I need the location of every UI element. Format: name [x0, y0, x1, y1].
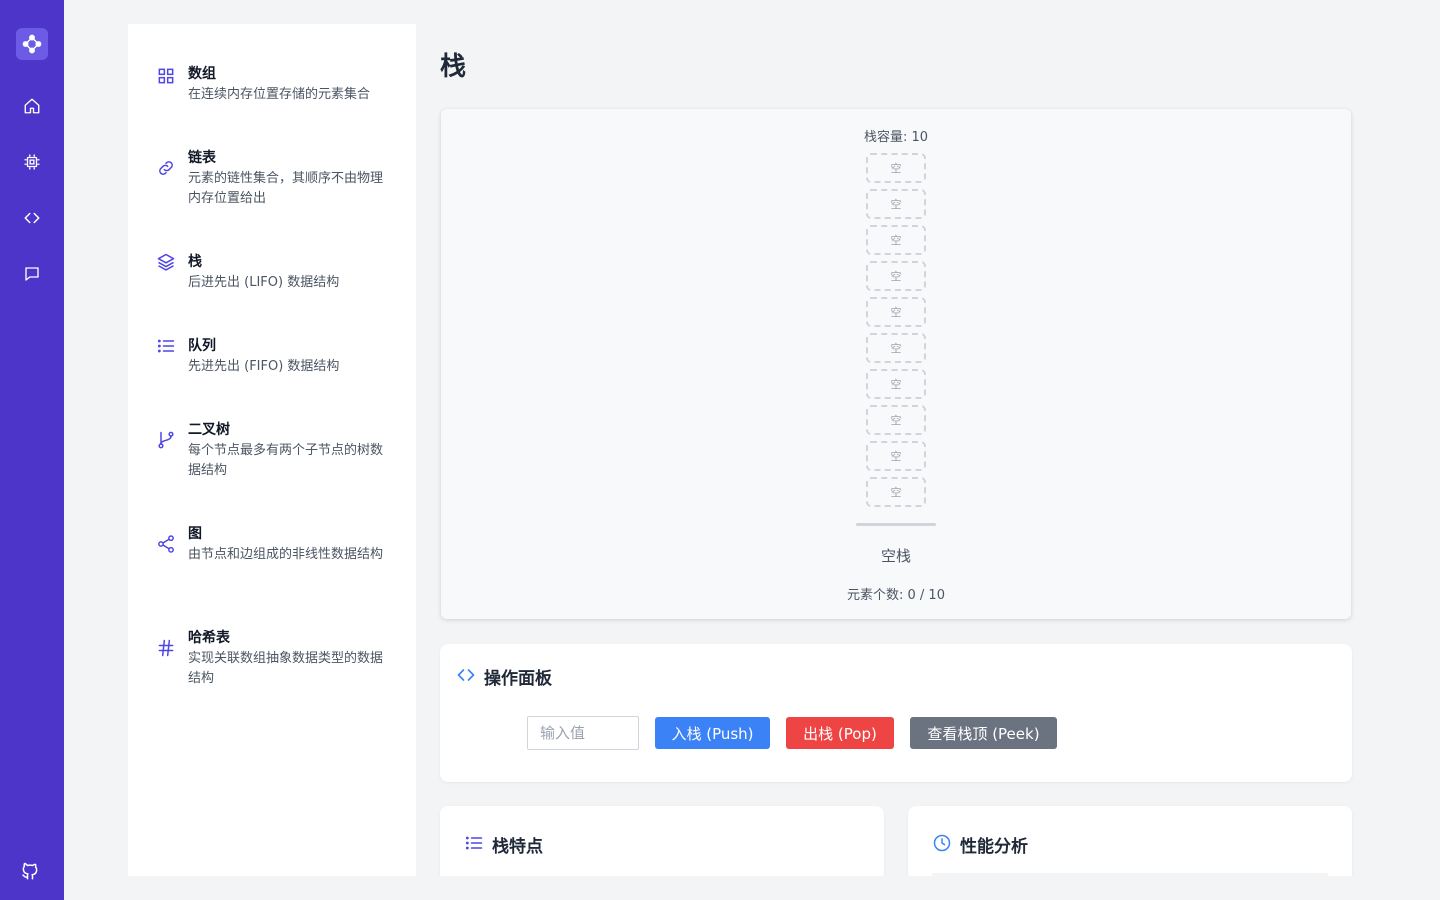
pop-button[interactable]: 出栈 (Pop) [786, 717, 894, 749]
sidebar-item-desc: 每个节点最多有两个子节点的树数据结构 [188, 443, 384, 478]
sidebar-item-text: 数组 在连续内存位置存储的元素集合 [188, 64, 388, 105]
operations-header: 操作面板 [456, 664, 552, 689]
performance-title: 性能分析 [960, 837, 1028, 857]
stack-count-label: 元素个数: 0 / 10 [847, 588, 945, 603]
sidebar-item-array[interactable]: 数组 在连续内存位置存储的元素集合 [128, 64, 416, 124]
sidebar-item-queue[interactable]: 队列 先进先出 (FIFO) 数据结构 [128, 336, 416, 380]
sidebar-item-stack[interactable]: 栈 后进先出 (LIFO) 数据结构 [128, 252, 416, 296]
operations-title: 操作面板 [484, 669, 552, 689]
sidebar-item-binary-tree[interactable]: 二叉树 每个节点最多有两个子节点的树数据结构 [128, 420, 416, 480]
peek-button[interactable]: 查看栈顶 (Peek) [910, 717, 1057, 749]
sidebar-item-title: 哈希表 [188, 630, 230, 646]
sidebar-item-desc: 先进先出 (FIFO) 数据结构 [188, 359, 340, 374]
sidebar-item-desc: 元素的链性集合，其顺序不由物理内存位置给出 [188, 171, 384, 206]
sidebar-item-text: 哈希表 实现关联数组抽象数据类型的数据结构 [188, 628, 388, 689]
home-icon[interactable] [20, 94, 44, 118]
sidebar-item-desc: 后进先出 (LIFO) 数据结构 [188, 275, 340, 290]
sidebar-item-title: 数组 [188, 66, 216, 82]
sidebar-item-graph[interactable]: 图 由节点和边组成的非线性数据结构 [128, 524, 416, 584]
page-bottom-edge [64, 876, 1440, 900]
features-title: 栈特点 [492, 837, 543, 857]
stack-slot: 空 [866, 441, 926, 471]
layers-icon [156, 252, 176, 272]
stack-visualization: 栈容量: 10 空 空 空 空 空 空 空 空 空 空 空栈 元素个数: 0 /… [441, 109, 1351, 619]
stack-slot: 空 [866, 297, 926, 327]
value-input[interactable] [527, 716, 639, 750]
data-structure-sidebar: 数组 在连续内存位置存储的元素集合 链表 元素的链性集合，其顺序不由物理内存位置… [128, 24, 416, 876]
sidebar-item-text: 队列 先进先出 (FIFO) 数据结构 [188, 336, 388, 377]
sidebar-item-text: 图 由节点和边组成的非线性数据结构 [188, 524, 388, 565]
link-icon [156, 158, 176, 178]
hash-icon [156, 638, 176, 658]
cpu-chip-icon[interactable] [20, 150, 44, 174]
molecule-logo-icon[interactable] [16, 28, 48, 60]
stack-slot: 空 [866, 261, 926, 291]
sidebar-item-title: 队列 [188, 338, 216, 354]
stack-slot: 空 [866, 189, 926, 219]
features-header: 栈特点 [464, 832, 543, 857]
stack-empty-label: 空栈 [880, 547, 911, 565]
github-icon[interactable] [18, 859, 42, 883]
code-brackets-icon [456, 665, 476, 689]
sidebar-item-text: 栈 后进先出 (LIFO) 数据结构 [188, 252, 388, 293]
push-button[interactable]: 入栈 (Push) [655, 717, 770, 749]
stack-slot: 空 [866, 333, 926, 363]
stack-slot: 空 [866, 405, 926, 435]
stack-slot: 空 [866, 369, 926, 399]
app-rail [0, 0, 64, 900]
code-brackets-icon[interactable] [20, 206, 44, 230]
sidebar-item-hash-table[interactable]: 哈希表 实现关联数组抽象数据类型的数据结构 [128, 628, 416, 688]
sidebar-item-desc: 在连续内存位置存储的元素集合 [188, 87, 371, 102]
sidebar-item-desc: 由节点和边组成的非线性数据结构 [188, 547, 384, 562]
stack-slot: 空 [866, 153, 926, 183]
chat-bubble-icon[interactable] [20, 262, 44, 286]
page-title: 栈 [440, 52, 467, 82]
list-icon [464, 833, 484, 857]
sidebar-item-title: 链表 [188, 150, 216, 166]
performance-header: 性能分析 [932, 832, 1028, 857]
stack-capacity-label: 栈容量: 10 [863, 130, 929, 145]
clock-icon [932, 833, 952, 857]
sidebar-item-desc: 实现关联数组抽象数据类型的数据结构 [188, 651, 384, 686]
stack-slot: 空 [866, 225, 926, 255]
operations-panel: 操作面板 入栈 (Push) 出栈 (Pop) 查看栈顶 (Peek) [440, 644, 1352, 782]
sidebar-item-text: 二叉树 每个节点最多有两个子节点的树数据结构 [188, 420, 388, 481]
sidebar-item-title: 栈 [188, 254, 202, 270]
stack-base [856, 523, 936, 526]
share-nodes-icon [156, 534, 176, 554]
git-branch-icon [156, 430, 176, 450]
grid-icon [156, 66, 176, 86]
sidebar-item-title: 图 [188, 526, 202, 542]
sidebar-item-title: 二叉树 [188, 422, 230, 438]
stack-slot: 空 [866, 477, 926, 507]
sidebar-item-linked-list[interactable]: 链表 元素的链性集合，其顺序不由物理内存位置给出 [128, 148, 416, 208]
sidebar-item-text: 链表 元素的链性集合，其顺序不由物理内存位置给出 [188, 148, 388, 209]
list-icon [156, 336, 176, 356]
